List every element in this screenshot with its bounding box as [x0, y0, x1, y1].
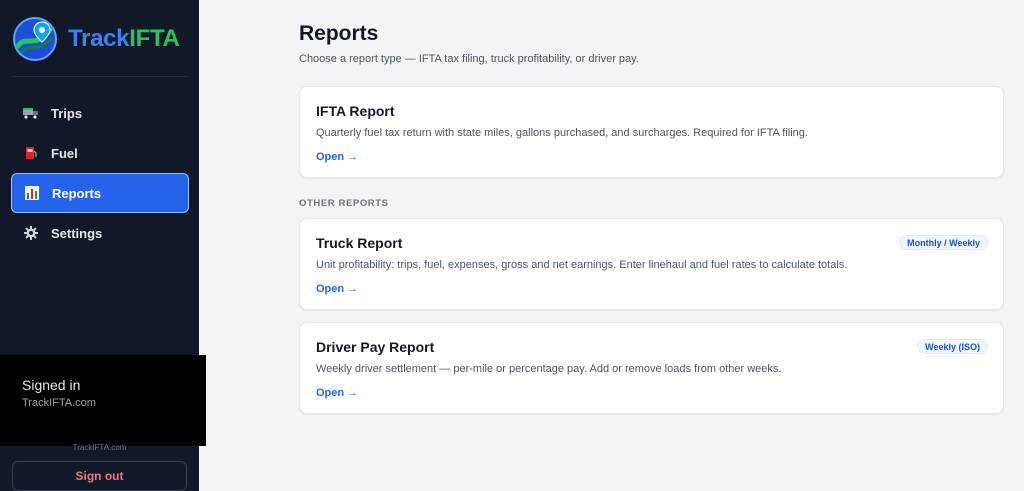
truck-report-open-link[interactable]: Open →	[316, 283, 358, 295]
ifta-report-open-link[interactable]: Open →	[316, 151, 358, 163]
sidebar: TrackIFTA Trips Fuel Reports Settings Si…	[0, 0, 206, 491]
truck-icon	[23, 105, 39, 121]
card-title: Truck Report	[316, 235, 403, 251]
section-label-other-reports: OTHER REPORTS	[299, 198, 389, 209]
brand-name-ifta: IFTA	[129, 25, 180, 52]
footer-site-text: TrackIFTA.com	[72, 443, 127, 452]
signed-in-subtitle: TrackIFTA.com	[22, 397, 96, 409]
card-title: IFTA Report	[316, 103, 395, 119]
sidebar-item-label: Fuel	[51, 145, 78, 161]
truck-report-card[interactable]: Truck Report Monthly / Weekly Unit profi…	[299, 218, 1004, 310]
sidebar-nav: Trips Fuel Reports Settings	[11, 93, 189, 253]
ifta-report-card[interactable]: IFTA Report Quarterly fuel tax return wi…	[299, 86, 1004, 178]
brand-name-track: Track	[68, 25, 130, 52]
sidebar-item-label: Reports	[52, 185, 102, 201]
brand[interactable]: TrackIFTA	[12, 16, 180, 62]
sign-out-button[interactable]: Sign out	[12, 461, 187, 491]
gear-icon	[23, 225, 39, 241]
sidebar-item-trips[interactable]: Trips	[11, 93, 189, 133]
logo-icon	[13, 17, 57, 61]
driver-pay-report-open-link[interactable]: Open →	[316, 387, 358, 399]
driver-pay-report-card[interactable]: Driver Pay Report Weekly (ISO) Weekly dr…	[299, 322, 1004, 414]
sidebar-item-settings[interactable]: Settings	[11, 213, 189, 253]
card-description: Weekly driver settlement — per-mile or p…	[316, 363, 782, 375]
sidebar-item-fuel[interactable]: Fuel	[11, 133, 189, 173]
card-title: Driver Pay Report	[316, 339, 435, 355]
signed-in-panel: Signed in TrackIFTA.com	[0, 355, 206, 446]
frequency-badge: Monthly / Weekly	[899, 235, 988, 250]
brand-name: TrackIFTA	[68, 25, 180, 53]
page-title: Reports	[299, 22, 379, 45]
card-description: Quarterly fuel tax return with state mil…	[316, 127, 808, 139]
card-description: Unit profitability: trips, fuel, expense…	[316, 259, 848, 271]
brand-divider	[12, 76, 188, 77]
frequency-badge: Weekly (ISO)	[917, 339, 988, 354]
sidebar-item-label: Settings	[51, 225, 103, 241]
sidebar-item-reports[interactable]: Reports	[11, 173, 189, 213]
signed-in-title: Signed in	[22, 377, 81, 393]
sidebar-item-label: Trips	[51, 105, 83, 121]
page-subtitle: Choose a report type — IFTA tax filing, …	[299, 53, 639, 65]
bar-chart-icon	[24, 185, 40, 201]
fuel-pump-icon	[23, 145, 39, 161]
